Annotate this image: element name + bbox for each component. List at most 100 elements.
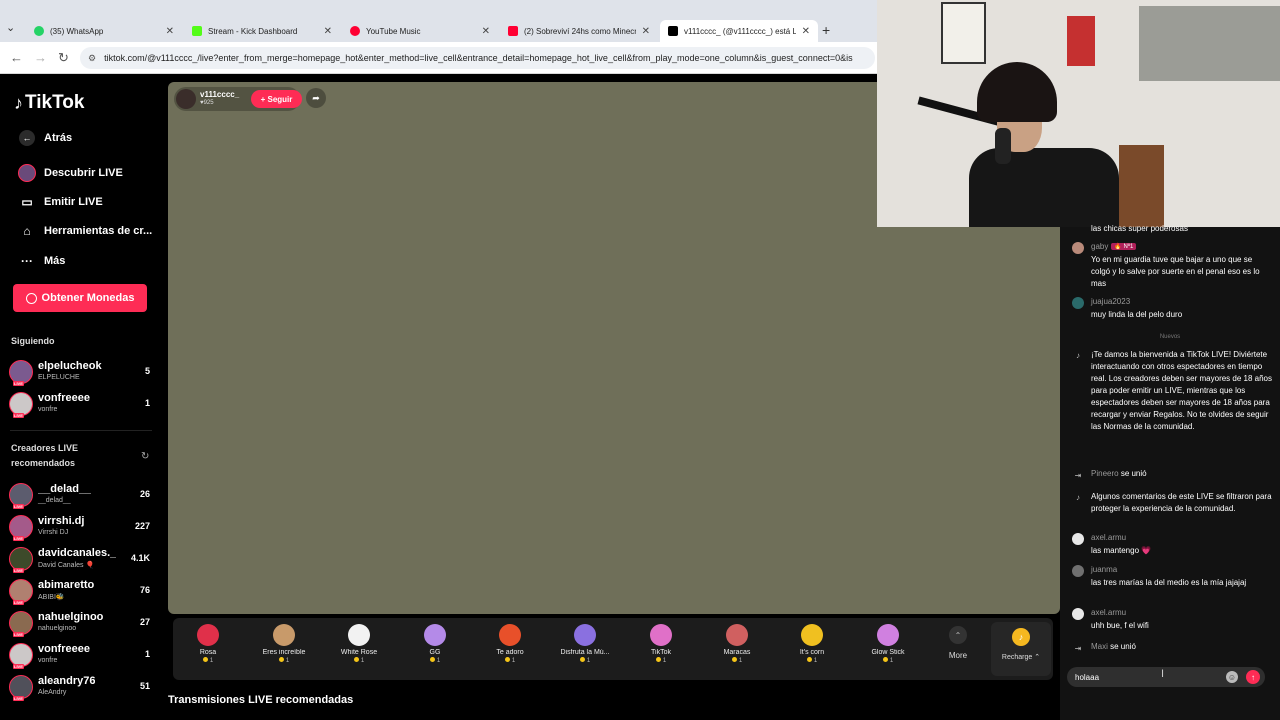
send-button[interactable]: ↑ <box>1246 670 1260 684</box>
nav-go-live[interactable]: ▭ Emitir LIVE <box>16 193 102 211</box>
chat-username[interactable]: axel.armu <box>1091 533 1126 542</box>
chat-username[interactable]: gaby 🔥 Nº1 <box>1091 242 1137 251</box>
coin-icon <box>25 292 37 304</box>
avatar[interactable] <box>1072 533 1084 545</box>
browser-tab-active[interactable]: v111cccc_ (@v111cccc_) está LIVE ✕ <box>660 20 818 42</box>
refresh-icon[interactable]: ↻ <box>141 451 149 462</box>
avatar[interactable] <box>1072 608 1084 620</box>
forward-arrow-icon[interactable]: → <box>34 50 47 65</box>
close-tab-icon[interactable]: ✕ <box>166 26 174 37</box>
back-link[interactable]: ← Atrás <box>16 129 72 147</box>
chat-input[interactable] <box>1075 670 1215 684</box>
gift-disfruta-la-musica[interactable]: Disfruta la Mú... 1 <box>551 624 619 664</box>
host-avatar[interactable] <box>176 89 196 109</box>
chat-username[interactable]: axel.armu <box>1091 608 1126 617</box>
nav-label: Más <box>44 255 66 267</box>
message-text: muy linda la del pelo duro <box>1091 310 1183 319</box>
gift-maracas[interactable]: Maracas 1 <box>703 624 771 664</box>
chat-username[interactable]: Maxi se unió <box>1091 642 1136 651</box>
follow-button[interactable]: + Seguir <box>251 90 302 108</box>
gift-te-adoro[interactable]: Te adoro 1 <box>476 624 544 664</box>
recommended-creator-item[interactable]: LIVE __delad__ __delad__ 26 <box>9 480 154 510</box>
gift-gg[interactable]: GG 1 <box>401 624 469 664</box>
host-name[interactable]: v111cccc_ <box>200 90 239 99</box>
avatar[interactable] <box>1072 297 1084 309</box>
tiktok-icon: ♪ <box>1076 350 1080 360</box>
tiktok-logo[interactable]: ♪ TikTok <box>14 92 84 114</box>
get-coins-button[interactable]: Obtener Monedas <box>13 284 147 312</box>
system-message: ♪ ¡Te damos la bienvenida a TikTok LIVE!… <box>1072 349 1274 457</box>
gift-price-value: 1 <box>511 658 516 664</box>
recommended-creator-item[interactable]: LIVE abimaretto ABIBI🐝 76 <box>9 576 154 606</box>
chat-username[interactable]: juajua2023 <box>1091 297 1130 306</box>
maracas-gift-icon <box>726 624 748 646</box>
creator-name: __delad__ <box>38 483 92 495</box>
tab-title: v111cccc_ (@v111cccc_) está LIVE <box>684 26 796 36</box>
gift-glow-stick[interactable]: Glow Stick 1 <box>854 624 922 664</box>
more-label: More <box>948 651 968 660</box>
gift-white-rose[interactable]: White Rose 1 <box>325 624 393 664</box>
close-tab-icon[interactable]: ✕ <box>642 26 650 37</box>
browser-tab[interactable]: (2) Sobreviví 24hs como Minecr ✕ <box>500 20 658 42</box>
creator-nickname: vonfre <box>38 657 58 664</box>
avatar: LIVE <box>9 611 33 637</box>
chat-message: juajua2023 muy linda la del pelo duro <box>1072 297 1274 323</box>
back-arrow-icon[interactable]: ← <box>10 50 23 65</box>
following-item[interactable]: LIVE elpelucheok ELPELUCHE 5 <box>9 357 154 387</box>
gift-rosa[interactable]: Rosa 1 <box>174 624 242 664</box>
tab-title: (35) WhatsApp <box>50 26 104 36</box>
gift-price: 1 <box>250 657 318 664</box>
avatar[interactable] <box>1072 242 1084 254</box>
message-text: las tres marías la del medio es la mía j… <box>1091 578 1247 587</box>
url-field[interactable]: ⚙ tiktok.com/@v111cccc_/live?enter_from_… <box>80 47 875 69</box>
gift-eres-increible[interactable]: Eres increíble 1 <box>250 624 318 664</box>
recharge-label: Recharge ⌃ <box>1001 654 1041 661</box>
gift-tiktok[interactable]: TikTok 1 <box>627 624 695 664</box>
nav-creator-tools[interactable]: ⌂ Herramientas de cr... <box>16 222 152 240</box>
avatar: LIVE <box>9 547 33 573</box>
nav-more[interactable]: ··· Más <box>16 252 65 270</box>
tab-title: (2) Sobreviví 24hs como Minecr <box>524 26 636 36</box>
recommended-creator-item[interactable]: LIVE davidcanales._ David Canales 🎈 4.1K <box>9 544 154 574</box>
browser-tab[interactable]: Stream - Kick Dashboard ✕ <box>184 20 340 42</box>
gift-its-corn[interactable]: It's corn 1 <box>778 624 846 664</box>
tiktok-icon <box>668 26 678 36</box>
recommended-creator-item[interactable]: LIVE aleandry76 AleAndry 51 <box>9 672 154 702</box>
viewer-count: 5 <box>144 366 150 376</box>
recommended-streams-title: Transmisiones LIVE recomendadas <box>168 694 354 706</box>
avatar[interactable] <box>1072 565 1084 577</box>
rank-badge: 🔥 Nº1 <box>1111 243 1137 250</box>
site-info-icon[interactable]: ⚙ <box>88 53 96 64</box>
emoji-icon[interactable]: ☺ <box>1226 671 1238 683</box>
host-info[interactable]: v111cccc_ ♥925 + Seguir <box>174 87 302 111</box>
gift-name: Eres increíble <box>262 649 306 656</box>
close-tab-icon[interactable]: ✕ <box>324 26 332 37</box>
following-item[interactable]: LIVE vonfreeee vonfre 1 <box>9 389 154 419</box>
white-rose-gift-icon <box>348 624 370 646</box>
coin-icon <box>655 657 661 662</box>
creator-nickname: ELPELUCHE <box>38 374 80 381</box>
enter-icon: ⇥ <box>1074 470 1082 480</box>
browser-tab[interactable]: (35) WhatsApp ✕ <box>26 20 182 42</box>
recommended-creator-item[interactable]: LIVE vonfreeee vonfre 1 <box>9 640 154 670</box>
chat-username[interactable]: Pineero se unió <box>1091 469 1147 478</box>
creator-name: elpelucheok <box>38 360 102 372</box>
tab-search-chevron-icon[interactable]: ⌄ <box>6 21 24 37</box>
recharge-button[interactable]: ♪ Recharge ⌃ <box>991 622 1051 676</box>
chat-input-box[interactable]: ☺ ↑ <box>1067 667 1265 687</box>
chat-username[interactable]: juanma <box>1091 565 1117 574</box>
close-tab-icon[interactable]: ✕ <box>482 26 490 37</box>
gift-price-value: 1 <box>360 658 365 664</box>
close-tab-icon[interactable]: ✕ <box>802 26 810 37</box>
creator-name: abimaretto <box>38 579 95 591</box>
new-tab-button[interactable]: + <box>822 22 830 38</box>
recommended-creator-item[interactable]: LIVE virrshi.dj Virrshi DJ 227 <box>9 512 154 542</box>
share-icon[interactable]: ➦ <box>306 88 326 108</box>
reload-icon[interactable]: ↻ <box>58 50 69 66</box>
browser-tab[interactable]: YouTube Music ✕ <box>342 20 498 42</box>
recommended-creator-item[interactable]: LIVE nahuelginoo nahuelginoo 27 <box>9 608 154 638</box>
coin-icon <box>278 657 284 662</box>
more-gifts-button[interactable]: ⌃ More <box>938 626 978 660</box>
creator-nickname: vonfre <box>38 406 58 413</box>
nav-discover-live[interactable]: Descubrir LIVE <box>16 164 123 182</box>
